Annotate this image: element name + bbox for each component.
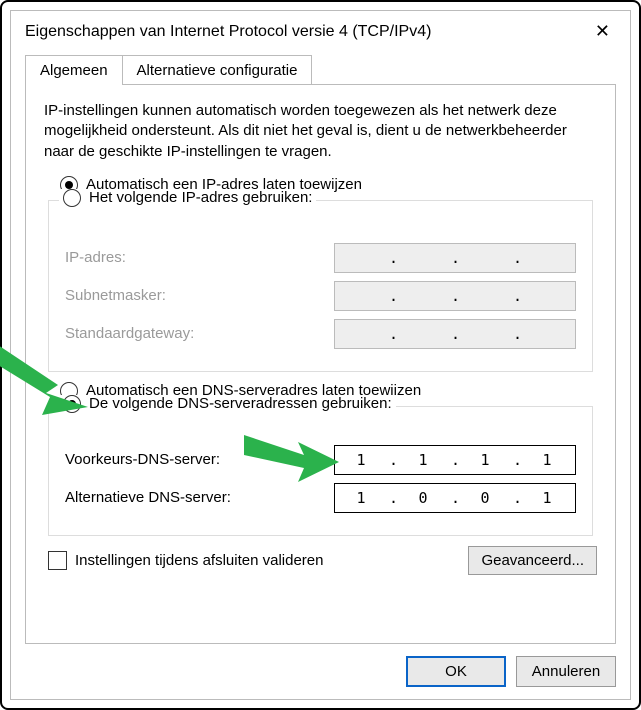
dialog-button-bar: OK Annuleren — [11, 644, 630, 699]
tab-panel-general: IP-instellingen kunnen automatisch worde… — [25, 84, 616, 644]
validate-checkbox[interactable] — [48, 551, 67, 570]
intro-text: IP-instellingen kunnen automatisch worde… — [44, 101, 597, 162]
alternate-dns-field[interactable]: 1. 0. 0. 1 — [334, 483, 576, 513]
gateway-label: Standaardgateway: — [65, 325, 194, 342]
titlebar: Eigenschappen van Internet Protocol vers… — [11, 11, 630, 48]
tab-general[interactable]: Algemeen — [25, 55, 123, 85]
validate-label: Instellingen tijdens afsluiten valideren — [75, 552, 324, 569]
radio-label: Het volgende IP-adres gebruiken: — [89, 189, 312, 206]
preferred-dns-field[interactable]: 1. 1. 1. 1 — [334, 445, 576, 475]
radio-label: De volgende DNS-serveradressen gebruiken… — [89, 395, 392, 412]
ip-address-field: ... — [334, 243, 576, 273]
preferred-dns-label: Voorkeurs-DNS-server: — [65, 451, 220, 468]
alternate-dns-label: Alternatieve DNS-server: — [65, 489, 231, 506]
ok-button[interactable]: OK — [406, 656, 506, 687]
window-title: Eigenschappen van Internet Protocol vers… — [25, 23, 431, 41]
close-icon[interactable]: ✕ — [589, 21, 616, 42]
radio-dns-manual[interactable] — [63, 395, 81, 413]
group-dns-manual: De volgende DNS-serveradressen gebruiken… — [48, 406, 593, 536]
subnet-field: ... — [334, 281, 576, 311]
tab-strip: Algemeen Alternatieve configuratie — [25, 54, 616, 84]
radio-ip-manual[interactable] — [63, 189, 81, 207]
subnet-label: Subnetmasker: — [65, 287, 166, 304]
tab-alternate[interactable]: Alternatieve configuratie — [122, 55, 313, 85]
ip-address-label: IP-adres: — [65, 249, 126, 266]
cancel-button[interactable]: Annuleren — [516, 656, 616, 687]
ipv4-properties-dialog: Eigenschappen van Internet Protocol vers… — [10, 10, 631, 700]
gateway-field: ... — [334, 319, 576, 349]
group-ip-manual: Het volgende IP-adres gebruiken: IP-adre… — [48, 200, 593, 372]
advanced-button[interactable]: Geavanceerd... — [468, 546, 597, 575]
